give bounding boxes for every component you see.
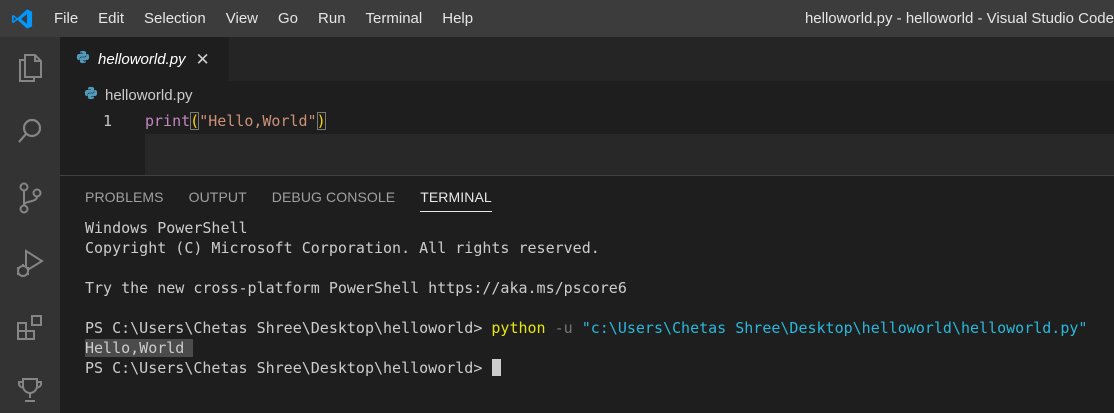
code-line[interactable]: 1 print("Hello,World") <box>60 110 1114 132</box>
editor-empty-area[interactable] <box>145 134 1114 175</box>
search-icon[interactable] <box>0 103 60 159</box>
terminal-line: Copyright (C) Microsoft Corporation. All… <box>85 239 600 257</box>
menu-bar: File Edit Selection View Go Run Terminal… <box>44 0 483 37</box>
menu-edit[interactable]: Edit <box>88 0 134 37</box>
title-bar: File Edit Selection View Go Run Terminal… <box>0 0 1114 37</box>
activity-bar <box>0 37 60 413</box>
tab-terminal[interactable]: TERMINAL <box>420 176 492 218</box>
window-title: helloworld.py - helloworld - Visual Stud… <box>804 10 1114 27</box>
python-file-icon <box>84 86 98 105</box>
terminal-command-line: PS C:\Users\Chetas Shree\Desktop\hellowo… <box>85 318 1110 338</box>
terminal-argument: "c:\Users\Chetas Shree\Desktop\helloworl… <box>581 319 1088 337</box>
terminal-flag: -u <box>545 319 582 337</box>
terminal-output[interactable]: Windows PowerShell Copyright (C) Microso… <box>85 218 1110 378</box>
editor-tab-bar: helloworld.py ✕ <box>60 37 1114 81</box>
terminal-output-line: Hello,World <box>85 338 1110 358</box>
close-icon[interactable]: ✕ <box>196 51 210 68</box>
bottom-panel: PROBLEMS OUTPUT DEBUG CONSOLE TERMINAL W… <box>60 175 1114 413</box>
breadcrumb[interactable]: helloworld.py <box>84 84 193 106</box>
breadcrumb-label: helloworld.py <box>105 86 193 104</box>
extensions-icon[interactable] <box>0 300 60 356</box>
terminal-prompt: PS C:\Users\Chetas Shree\Desktop\hellowo… <box>85 319 492 337</box>
panel-tab-bar: PROBLEMS OUTPUT DEBUG CONSOLE TERMINAL <box>60 176 517 218</box>
tab-debug-console[interactable]: DEBUG CONSOLE <box>272 176 395 218</box>
menu-go[interactable]: Go <box>268 0 308 37</box>
tab-output[interactable]: OUTPUT <box>189 176 247 218</box>
terminal-cursor <box>492 359 502 376</box>
python-file-icon <box>76 50 90 69</box>
line-number: 1 <box>102 112 112 130</box>
terminal-program-output: Hello,World <box>85 339 194 357</box>
terminal-prompt-line[interactable]: PS C:\Users\Chetas Shree\Desktop\hellowo… <box>85 358 1110 378</box>
terminal-line: Try the new cross-platform PowerShell ht… <box>85 279 627 297</box>
menu-file[interactable]: File <box>44 0 88 37</box>
terminal-prompt: PS C:\Users\Chetas Shree\Desktop\hellowo… <box>85 359 492 377</box>
token-string: "Hello,World" <box>199 112 317 130</box>
tab-label: helloworld.py <box>98 50 186 68</box>
menu-run[interactable]: Run <box>308 0 356 37</box>
testing-icon[interactable] <box>0 362 60 413</box>
token-paren-open: ( <box>190 112 200 130</box>
source-control-icon[interactable] <box>0 170 60 226</box>
code-text[interactable]: print("Hello,World") <box>145 110 326 132</box>
token-function: print <box>145 112 191 130</box>
menu-terminal[interactable]: Terminal <box>356 0 433 37</box>
tab-helloworld-py[interactable]: helloworld.py ✕ <box>60 37 230 81</box>
explorer-icon[interactable] <box>0 39 60 95</box>
token-paren-close: ) <box>316 112 326 130</box>
editor-area: helloworld.py ✕ helloworld.py 1 print("H… <box>60 37 1114 175</box>
run-debug-icon[interactable] <box>0 235 60 291</box>
tab-problems[interactable]: PROBLEMS <box>85 176 164 218</box>
terminal-line: Windows PowerShell <box>85 219 248 237</box>
menu-help[interactable]: Help <box>432 0 483 37</box>
menu-selection[interactable]: Selection <box>134 0 216 37</box>
vscode-logo-icon <box>0 0 44 37</box>
menu-view[interactable]: View <box>216 0 268 37</box>
terminal-command: python <box>491 319 546 337</box>
